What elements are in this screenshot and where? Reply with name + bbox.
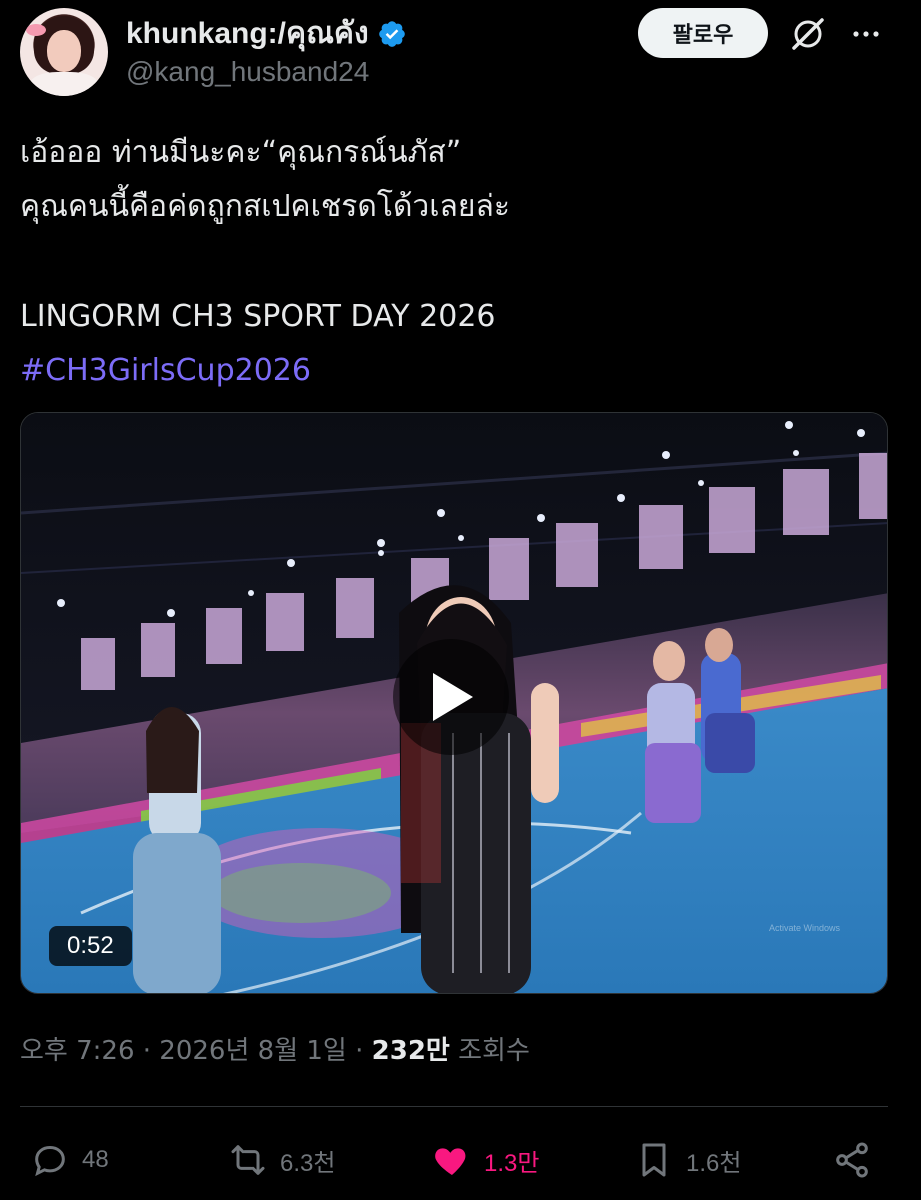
reply-button[interactable]: 48 (30, 1130, 109, 1190)
repost-button[interactable]: 6.3천 (228, 1130, 335, 1190)
hashtag-link[interactable]: #CH3GirlsCup2026 (20, 346, 900, 400)
more-options-icon[interactable] (846, 14, 886, 54)
tweet-time[interactable]: 오후 7:26 (20, 1036, 135, 1066)
author-display-name[interactable]: khunkang:/คุณคัง (126, 10, 369, 57)
tweet-date[interactable]: 2026년 8월 1일 (159, 1036, 347, 1066)
svg-text:Activate Windows: Activate Windows (769, 923, 841, 933)
verified-badge-icon (378, 20, 405, 47)
grok-icon[interactable] (788, 14, 828, 54)
author-handle[interactable]: @kang_husband24 (126, 56, 369, 88)
divider (20, 1106, 888, 1107)
share-button[interactable] (832, 1130, 872, 1190)
tweet-line: LINGORM CH3 SPORT DAY 2026 (20, 299, 496, 334)
action-bar: 48 6.3천 1.3만 1.6천 (0, 1130, 921, 1190)
repost-count: 6.3천 (280, 1149, 336, 1177)
follow-button[interactable]: 팔로우 (638, 8, 768, 58)
share-icon (836, 1142, 868, 1178)
repost-icon (231, 1145, 265, 1175)
tweet-line: คุณคนนี้คือค่ดถูกสเปคเชรดโด้วเลยล่ะ (20, 189, 510, 224)
play-button[interactable] (393, 639, 509, 755)
meta-separator: · (142, 1036, 152, 1066)
reply-icon (35, 1145, 65, 1177)
author-name-row: khunkang:/คุณคัง (126, 10, 407, 57)
tweet-meta: 오후 7:26 · 2026년 8월 1일 · 232만 조회수 (20, 1030, 530, 1067)
video-player[interactable]: Activate Windows 0:52 (20, 412, 888, 994)
bookmark-button[interactable]: 1.6천 (634, 1130, 741, 1190)
bookmark-icon (642, 1143, 666, 1177)
like-button[interactable]: 1.3만 (432, 1130, 539, 1190)
tweet-text: เอ้อออ ท่านมีนะคะ“คุณกรณ์นภัส” คุณคนนี้ค… (20, 128, 900, 400)
meta-separator: · (355, 1036, 364, 1066)
heart-filled-icon (435, 1148, 466, 1175)
video-duration-badge: 0:52 (49, 926, 132, 966)
tweet-line: เอ้อออ ท่านมีนะคะ“คุณกรณ์นภัส” (20, 135, 462, 170)
reply-count: 48 (82, 1146, 109, 1173)
tweet-header: khunkang:/คุณคัง @kang_husband24 팔로우 (0, 0, 921, 110)
like-count: 1.3만 (484, 1149, 540, 1177)
views-label: 조회수 (458, 1036, 530, 1066)
avatar[interactable] (20, 8, 108, 96)
play-icon (433, 673, 473, 721)
views-count: 232만 (371, 1036, 450, 1066)
bookmark-count: 1.6천 (686, 1149, 742, 1177)
